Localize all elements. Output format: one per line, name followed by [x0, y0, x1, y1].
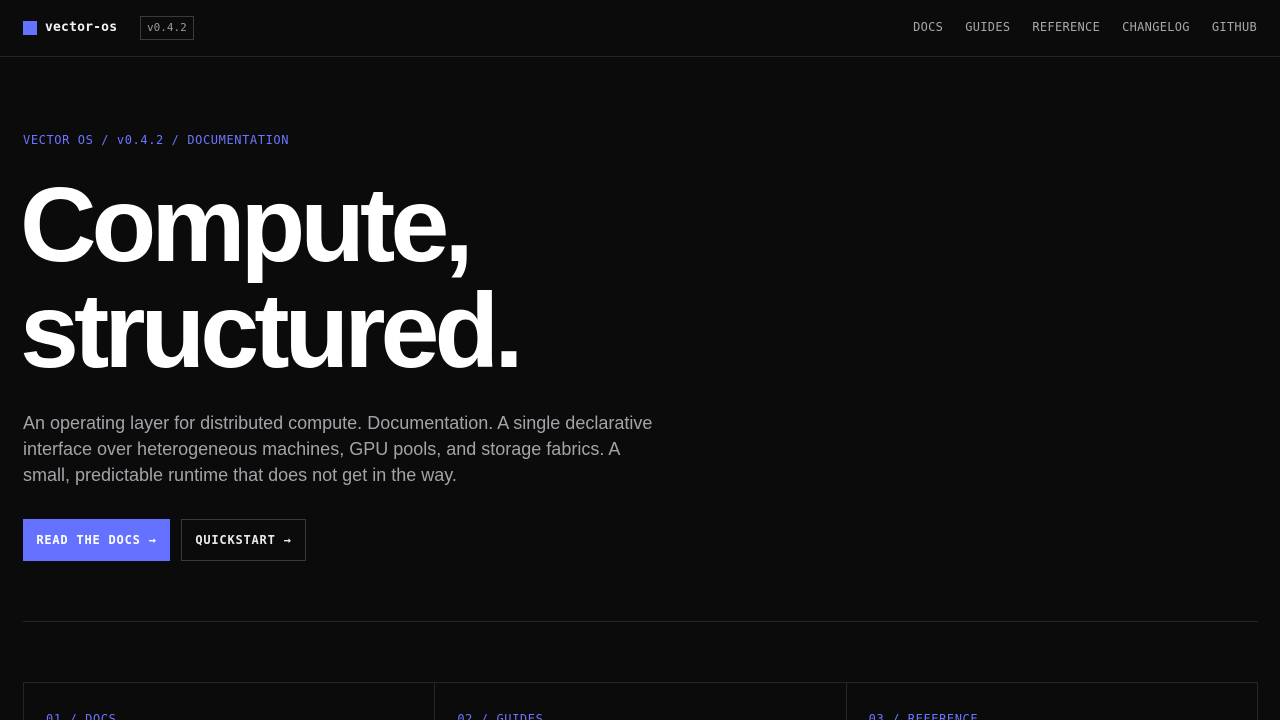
page-title: Compute, structured. — [20, 166, 524, 390]
read-docs-button[interactable]: READ THE DOCS → — [23, 519, 170, 561]
brand-name: vector-os — [45, 20, 118, 35]
headline-line-2: structured. — [20, 272, 524, 390]
card-guides[interactable]: 02 / GUIDES — [435, 683, 847, 720]
version-badge: v0.4.2 — [140, 16, 194, 40]
card-label: 03 / REFERENCE — [868, 712, 979, 720]
quickstart-button[interactable]: QUICKSTART → — [181, 519, 306, 561]
brand[interactable]: vector-os — [23, 20, 117, 35]
card-label: 02 / GUIDES — [457, 712, 544, 720]
nav-docs[interactable]: DOCS — [913, 20, 943, 34]
hero-lead: An operating layer for distributed compu… — [23, 413, 653, 485]
square-logo-icon — [23, 20, 37, 35]
top-bar: vector-os v0.4.2 DOCS GUIDES REFERENCE C… — [0, 0, 1280, 57]
card-docs[interactable]: 01 / DOCS — [24, 683, 436, 720]
section-divider — [23, 621, 1258, 622]
nav-github[interactable]: GITHUB — [1212, 20, 1257, 34]
nav-changelog[interactable]: CHANGELOG — [1122, 20, 1190, 34]
nav-guides[interactable]: GUIDES — [965, 20, 1010, 34]
breadcrumb: VECTOR OS / v0.4.2 / DOCUMENTATION — [23, 133, 290, 147]
section-cards: 01 / DOCS 02 / GUIDES 03 / REFERENCE — [23, 682, 1258, 720]
card-reference[interactable]: 03 / REFERENCE — [847, 683, 1257, 720]
headline-line-1: Compute, — [20, 166, 474, 284]
card-label: 01 / DOCS — [46, 712, 117, 720]
main-nav: DOCS GUIDES REFERENCE CHANGELOG GITHUB — [913, 20, 1257, 34]
nav-reference[interactable]: REFERENCE — [1032, 20, 1100, 34]
